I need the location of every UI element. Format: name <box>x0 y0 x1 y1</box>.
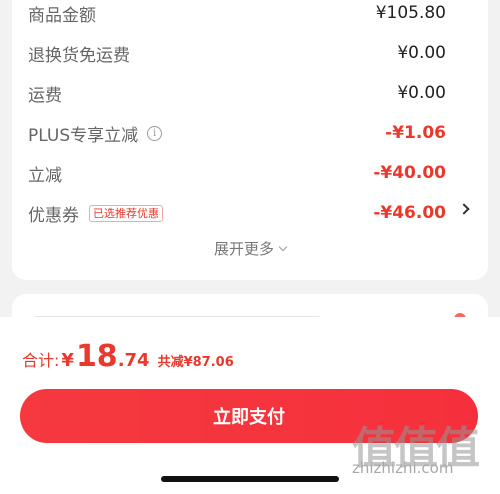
plus-discount-label: PLUS专享立减 <box>28 125 139 146</box>
row-shipping: 运费 ¥0.00 <box>28 78 488 108</box>
coupon-recommended-tag: 已选推荐优惠 <box>89 204 163 222</box>
instant-discount-label: 立减 <box>28 165 62 186</box>
instant-discount-value: -¥40.00 <box>373 163 446 183</box>
watermark-site: zhizhizhi.com <box>352 459 454 477</box>
goods-amount-value: ¥105.80 <box>375 3 446 23</box>
total-currency: ¥ <box>61 350 74 371</box>
return-shipping-value: ¥0.00 <box>397 43 446 63</box>
chevron-down-icon <box>278 242 288 252</box>
shipping-label: 运费 <box>28 85 62 106</box>
price-breakdown-card: 商品金额 ¥105.80 退换货免运费 ¥0.00 运费 ¥0.00 PLUS专… <box>12 0 488 280</box>
total-label: 合计: <box>22 351 60 370</box>
coupon-label: 优惠券 <box>28 205 79 226</box>
order-checkout-page: 商品金额 ¥105.80 退换货免运费 ¥0.00 运费 ¥0.00 PLUS专… <box>0 0 500 494</box>
home-indicator[interactable] <box>161 476 339 482</box>
row-plus-discount[interactable]: PLUS专享立减 i -¥1.06 <box>28 118 488 148</box>
watermark-logo: 值值值 zhizhizhi.com <box>346 412 496 492</box>
return-shipping-label: 退换货免运费 <box>28 45 130 66</box>
row-coupon[interactable]: 优惠券 已选推荐优惠 -¥46.00 <box>28 198 488 228</box>
row-return-shipping: 退换货免运费 ¥0.00 <box>28 38 488 68</box>
total-decimal: .74 <box>117 350 150 371</box>
expand-more-label: 展开更多 <box>213 240 274 258</box>
expand-more-button[interactable]: 展开更多 <box>12 238 488 259</box>
chevron-right-icon[interactable] <box>458 203 470 215</box>
coupon-value: -¥46.00 <box>373 203 446 223</box>
row-instant-discount: 立减 -¥40.00 <box>28 158 488 188</box>
total-saved: 共减¥87.06 <box>157 355 234 370</box>
info-circle-icon[interactable]: i <box>147 125 163 141</box>
row-goods-amount: 商品金额 ¥105.80 <box>28 0 488 28</box>
total-integer: 18 <box>75 339 118 374</box>
total-amount: 合计: ¥ 18 .74 共减¥87.06 <box>22 339 234 374</box>
goods-amount-label: 商品金额 <box>28 5 96 26</box>
shipping-value: ¥0.00 <box>397 83 446 103</box>
plus-discount-value: -¥1.06 <box>385 123 446 143</box>
